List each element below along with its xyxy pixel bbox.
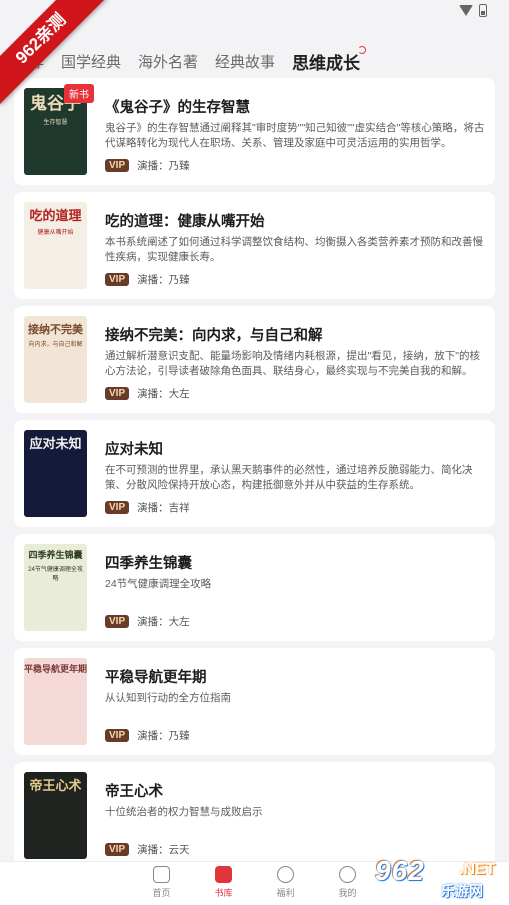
- narrator: 演播：乃臻: [137, 160, 190, 172]
- book-title: 帝王心术: [105, 784, 163, 800]
- book-meta: VIP 演播：乃臻: [105, 272, 485, 287]
- vip-badge: VIP: [105, 843, 130, 856]
- nav-library[interactable]: 书库: [204, 866, 244, 905]
- tab-classic-stories[interactable]: 经典故事: [215, 51, 275, 72]
- active-tab-indicator-icon: [358, 45, 367, 54]
- cover-title: 接纳不完美: [28, 323, 83, 336]
- book-meta: VIP 演播：乃臻: [105, 158, 485, 173]
- book-title: 吃的道理：健康从嘴开始: [105, 214, 265, 230]
- book-meta: VIP 演播：大左: [105, 614, 485, 629]
- watermark-number: 962: [375, 855, 425, 886]
- cover-subtitle: 生存智慧: [43, 119, 68, 126]
- nav-home[interactable]: 首页: [142, 866, 182, 905]
- narrator: 演播：大左: [137, 388, 190, 400]
- ribbon-text: 962亲测: [0, 0, 107, 105]
- book-info: 吃的道理：健康从嘴开始 本书系统阐述了如何通过科学调整饮食结构、均衡摄入各类营养…: [105, 202, 485, 289]
- vip-badge: VIP: [105, 273, 130, 286]
- cover-title: 应对未知: [29, 437, 82, 452]
- status-icons: [459, 4, 487, 17]
- narrator: 演播：乃臻: [137, 730, 190, 742]
- cover-subtitle: 24节气健康调理全攻略: [28, 567, 83, 583]
- book-cover: 帝王心术: [24, 772, 87, 859]
- vip-badge: VIP: [105, 615, 130, 628]
- nav-label: 书库: [214, 888, 233, 898]
- gift-circle-icon: [277, 866, 294, 883]
- nav-mine[interactable]: 我的: [328, 866, 368, 905]
- narrator: 演播：云天: [137, 844, 190, 856]
- narrator: 演播：大左: [137, 616, 190, 628]
- cover-title: 帝王心术: [29, 779, 82, 794]
- book-description: 通过解析潜意识支配、能量场影响及情绪内耗根源，提出"看见，接纳，放下"的核心方法…: [105, 350, 480, 377]
- site-watermark-logo: 962 .NET 乐游网: [371, 855, 503, 901]
- tab-overseas-classics[interactable]: 海外名著: [138, 51, 198, 72]
- book-info: 应对未知 在不可预测的世界里，承认黑天鹅事件的必然性，通过培养反脆弱能力、简化决…: [105, 430, 485, 517]
- book-list: 鬼谷子 生存智慧 新书 《鬼谷子》的生存智慧 鬼谷子》的生存智慧通过阐释其"审时…: [14, 78, 495, 876]
- book-cover: 吃的道理 健康从嘴开始: [24, 202, 87, 289]
- cover-subtitle: 向内求，与自己和解: [28, 341, 83, 348]
- cover-subtitle: 健康从嘴开始: [37, 229, 74, 236]
- book-meta: VIP 演播：吉祥: [105, 500, 485, 515]
- book-card[interactable]: 接纳不完美 向内求，与自己和解 接纳不完美：向内求，与自己和解 通过解析潜意识支…: [14, 306, 495, 413]
- book-title: 四季养生锦囊: [105, 556, 192, 572]
- book-description: 从认知到行动的全方位指南: [105, 692, 231, 704]
- book-description: 本书系统阐述了如何通过科学调整饮食结构、均衡摄入各类营养素才预防和改善慢性疾病，…: [105, 236, 483, 263]
- book-cover: 四季养生锦囊 24节气健康调理全攻略: [24, 544, 87, 631]
- book-card[interactable]: 帝王心术 帝王心术 十位统治者的权力智慧与成败启示 VIP 演播：云天: [14, 762, 495, 869]
- watermark-net: .NET: [459, 861, 496, 878]
- book-info: 帝王心术 十位统治者的权力智慧与成败启示 VIP 演播：云天: [105, 772, 485, 859]
- vip-badge: VIP: [105, 159, 130, 172]
- watermark-cn: 乐游网: [441, 883, 483, 899]
- smile-face-icon: [339, 866, 356, 883]
- book-meta: VIP 演播：乃臻: [105, 728, 485, 743]
- book-info: 平稳导航更年期 从认知到行动的全方位指南 VIP 演播：乃臻: [105, 658, 485, 745]
- book-info: 《鬼谷子》的生存智慧 鬼谷子》的生存智慧通过阐释其"审时度势""知己知彼""虚实…: [105, 88, 485, 175]
- book-description: 十位统治者的权力智慧与成败启示: [105, 806, 263, 818]
- book-title: 《鬼谷子》的生存智慧: [105, 100, 250, 116]
- book-cover: 接纳不完美 向内求，与自己和解: [24, 316, 87, 403]
- nav-label: 首页: [152, 888, 171, 898]
- vip-badge: VIP: [105, 729, 130, 742]
- cover-title: 吃的道理: [29, 209, 82, 224]
- nav-label: 我的: [338, 888, 357, 898]
- narrator: 演播：吉祥: [137, 502, 190, 514]
- tab-mind-growth-label: 思维成长: [292, 53, 361, 73]
- corner-ribbon-watermark: 962亲测: [0, 0, 110, 110]
- vip-badge: VIP: [105, 501, 130, 514]
- book-cover: 应对未知: [24, 430, 87, 517]
- book-card[interactable]: 平稳导航更年期 平稳导航更年期 从认知到行动的全方位指南 VIP 演播：乃臻: [14, 648, 495, 755]
- nav-welfare[interactable]: 福利: [266, 866, 306, 905]
- book-title: 应对未知: [105, 442, 163, 458]
- book-meta: VIP 演播：云天: [105, 842, 485, 857]
- book-info: 四季养生锦囊 24节气健康调理全攻略 VIP 演播：大左: [105, 544, 485, 631]
- play-square-icon: [153, 866, 170, 883]
- book-info: 接纳不完美：向内求，与自己和解 通过解析潜意识支配、能量场影响及情绪内耗根源，提…: [105, 316, 485, 403]
- nav-label: 福利: [276, 888, 295, 898]
- wifi-icon: [459, 5, 473, 16]
- book-cover: 平稳导航更年期: [24, 658, 87, 745]
- book-card[interactable]: 吃的道理 健康从嘴开始 吃的道理：健康从嘴开始 本书系统阐述了如何通过科学调整饮…: [14, 192, 495, 299]
- bookmark-icon: [215, 866, 232, 883]
- book-card[interactable]: 四季养生锦囊 24节气健康调理全攻略 四季养生锦囊 24节气健康调理全攻略 VI…: [14, 534, 495, 641]
- book-card[interactable]: 应对未知 应对未知 在不可预测的世界里，承认黑天鹅事件的必然性，通过培养反脆弱能…: [14, 420, 495, 527]
- tab-mind-growth[interactable]: 思维成长: [292, 45, 367, 74]
- book-description: 在不可预测的世界里，承认黑天鹅事件的必然性，通过培养反脆弱能力、简化决策、分散风…: [105, 464, 473, 491]
- book-meta: VIP 演播：大左: [105, 386, 485, 401]
- cover-title: 四季养生锦囊: [28, 551, 83, 561]
- battery-icon: [479, 4, 487, 17]
- narrator: 演播：乃臻: [137, 274, 190, 286]
- book-description: 鬼谷子》的生存智慧通过阐释其"审时度势""知己知彼""虚实结合"等核心策略，将古…: [105, 122, 485, 149]
- cover-title: 平稳导航更年期: [24, 665, 87, 675]
- vip-badge: VIP: [105, 387, 130, 400]
- book-title: 接纳不完美：向内求，与自己和解: [105, 328, 323, 344]
- book-description: 24节气健康调理全攻略: [105, 578, 212, 590]
- book-title: 平稳导航更年期: [105, 670, 207, 686]
